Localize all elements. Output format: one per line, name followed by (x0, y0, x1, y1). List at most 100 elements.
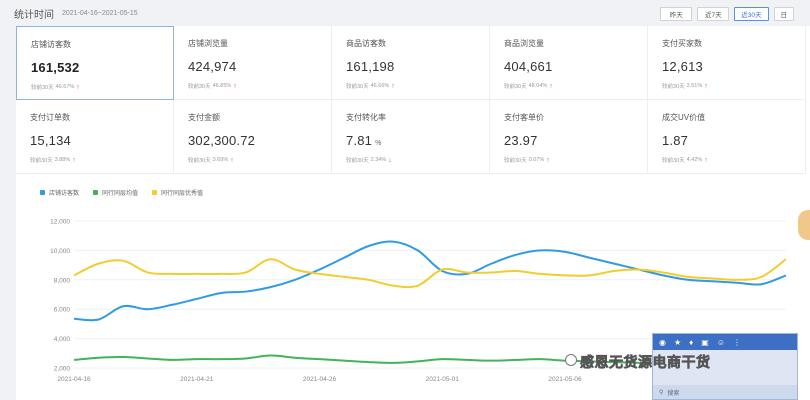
x-tick-label: 2021-04-21 (180, 376, 214, 383)
arrow-up-icon: ↑ (233, 82, 237, 90)
metric-number: 161,198 (346, 59, 395, 74)
compare-label: 较前30天 (31, 85, 54, 91)
compare-percent: 4.42% (686, 157, 703, 163)
metric-compare: 较前30天 46.67% ↑ (31, 83, 173, 92)
arrow-down-icon: ↓ (388, 156, 392, 164)
metric-compare: 较前30天 48.04% ↑ (504, 82, 647, 91)
star-icon[interactable]: ★ (674, 338, 681, 347)
bag-icon[interactable]: ▣ (701, 338, 709, 347)
y-tick-label: 8,000 (54, 277, 71, 284)
metric-compare: 较前30天 3.69% ↑ (188, 156, 331, 165)
x-tick-label: 2021-05-01 (426, 376, 460, 383)
compare-percent: 0.07% (528, 157, 545, 163)
metric-card[interactable]: 成交UV价值 1.87 较前30天 4.42% ↑ (648, 100, 806, 174)
compare-percent: 3.88% (54, 157, 71, 163)
metrics-grid: 店铺访客数 161,532 较前30天 46.67% ↑ 店铺浏览量 424,974 较前30… (16, 26, 806, 174)
smile-icon[interactable]: ☺ (717, 338, 725, 347)
series-line-0 (73, 240, 787, 322)
side-sticker-image (798, 210, 810, 240)
metric-compare: 较前30天 4.42% ↑ (662, 156, 805, 165)
series-line-2 (73, 258, 787, 289)
metric-value: 302,300.72 (188, 133, 331, 148)
compare-label: 较前30天 (30, 158, 53, 164)
metric-card[interactable]: 店铺浏览量 424,974 较前30天 46.85% ↑ (174, 26, 332, 100)
compare-label: 较前30天 (188, 158, 211, 164)
metric-value: 404,661 (504, 59, 647, 74)
metric-value: 1.87 (662, 133, 805, 148)
metric-value: 23.97 (504, 133, 647, 148)
metric-title: 支付客单价 (504, 113, 544, 122)
compare-percent: 3.69% (212, 157, 229, 163)
search-icon: ⚲ (659, 389, 664, 396)
arrow-up-icon: ↑ (704, 82, 708, 90)
metric-compare: 较前30天 46.66% ↑ (346, 82, 489, 91)
metric-value: 161,532 (31, 60, 173, 75)
y-tick-label: 6,000 (54, 307, 71, 314)
metric-value: 15,134 (30, 133, 173, 148)
bell-icon[interactable]: ◉ (659, 338, 666, 347)
compare-label: 较前30天 (346, 158, 369, 164)
yesterday-button[interactable]: 昨天 (660, 7, 693, 21)
metric-number: 7.81 (346, 133, 373, 148)
arrow-up-icon: ↑ (549, 82, 553, 90)
metric-title: 商品访客数 (346, 39, 386, 48)
compare-percent: 46.67% (55, 84, 75, 90)
metric-card[interactable]: 店铺访客数 161,532 较前30天 46.67% ↑ (16, 26, 174, 100)
arrow-up-icon: ↑ (72, 156, 76, 164)
metric-value: 7.81% (346, 133, 489, 148)
y-tick-label: 2,000 (54, 366, 71, 373)
metric-value: 12,613 (662, 59, 805, 74)
metric-number: 1.87 (662, 133, 689, 148)
metric-card[interactable]: 支付金额 302,300.72 较前30天 3.69% ↑ (174, 100, 332, 174)
x-tick-label: 2021-05-06 (548, 376, 582, 383)
y-tick-label: 4,000 (54, 336, 71, 343)
metric-card[interactable]: 商品访客数 161,198 较前30天 46.66% ↑ (332, 26, 490, 100)
widget-toolbar: ◉ ★ ♦ ▣ ☺ ⋮ (653, 334, 797, 350)
compare-percent: 46.66% (370, 83, 390, 89)
compare-percent: 2.34% (370, 157, 387, 163)
x-tick-label: 2021-04-26 (303, 376, 337, 383)
more-icon[interactable]: ⋮ (733, 338, 741, 347)
metric-number: 12,613 (662, 59, 703, 74)
metric-number: 404,661 (504, 59, 553, 74)
gift-icon[interactable]: ♦ (689, 338, 693, 347)
metric-card[interactable]: 支付买家数 12,613 较前30天 3.61% ↑ (648, 26, 806, 100)
metric-title: 店铺浏览量 (188, 39, 228, 48)
metric-title: 店铺访客数 (31, 40, 71, 49)
metric-number: 23.97 (504, 133, 538, 148)
compare-percent: 3.61% (686, 83, 703, 89)
metric-number: 424,974 (188, 59, 237, 74)
last-7-days-button[interactable]: 近7天 (697, 7, 730, 21)
wechat-logo-icon (565, 354, 577, 366)
arrow-up-icon: ↑ (76, 83, 80, 91)
metric-card[interactable]: 支付订单数 15,134 较前30天 3.88% ↑ (16, 100, 174, 174)
widget-search-placeholder: 搜索 (667, 390, 680, 397)
compare-percent: 46.85% (212, 83, 232, 89)
metric-title: 支付买家数 (662, 39, 702, 48)
metric-card[interactable]: 商品浏览量 404,661 较前30天 48.04% ↑ (490, 26, 648, 100)
metric-title: 支付转化率 (346, 113, 386, 122)
metric-number: 15,134 (30, 133, 71, 148)
compare-label: 较前30天 (346, 84, 369, 90)
metric-compare: 较前30天 3.88% ↑ (30, 156, 173, 165)
date-range-text: 2021-04-16~2021-05-15 (62, 9, 138, 17)
compare-label: 较前30天 (504, 158, 527, 164)
last-30-days-button[interactable]: 近30天 (734, 7, 769, 21)
metric-title: 支付金额 (188, 113, 220, 122)
arrow-up-icon: ↑ (704, 156, 708, 164)
arrow-up-icon: ↑ (391, 82, 395, 90)
metric-unit: % (375, 140, 382, 147)
x-tick-label: 2021-04-16 (57, 376, 91, 383)
stats-time-label: 统计时间 (14, 9, 54, 21)
widget-search-bar[interactable]: ⚲ 搜索 (653, 385, 797, 399)
watermark-text: 感恩无货源电商干货 (580, 354, 711, 371)
metric-value: 424,974 (188, 59, 331, 74)
metric-title: 商品浏览量 (504, 39, 544, 48)
y-tick-label: 10,000 (50, 248, 70, 255)
day-button[interactable]: 日 (773, 7, 794, 21)
metric-card[interactable]: 支付客单价 23.97 较前30天 0.07% ↑ (490, 100, 648, 174)
metric-card[interactable]: 支付转化率 7.81% 较前30天 2.34% ↓ (332, 100, 490, 174)
y-tick-label: 12,000 (50, 219, 70, 226)
compare-label: 较前30天 (662, 158, 685, 164)
compare-label: 较前30天 (662, 84, 685, 90)
